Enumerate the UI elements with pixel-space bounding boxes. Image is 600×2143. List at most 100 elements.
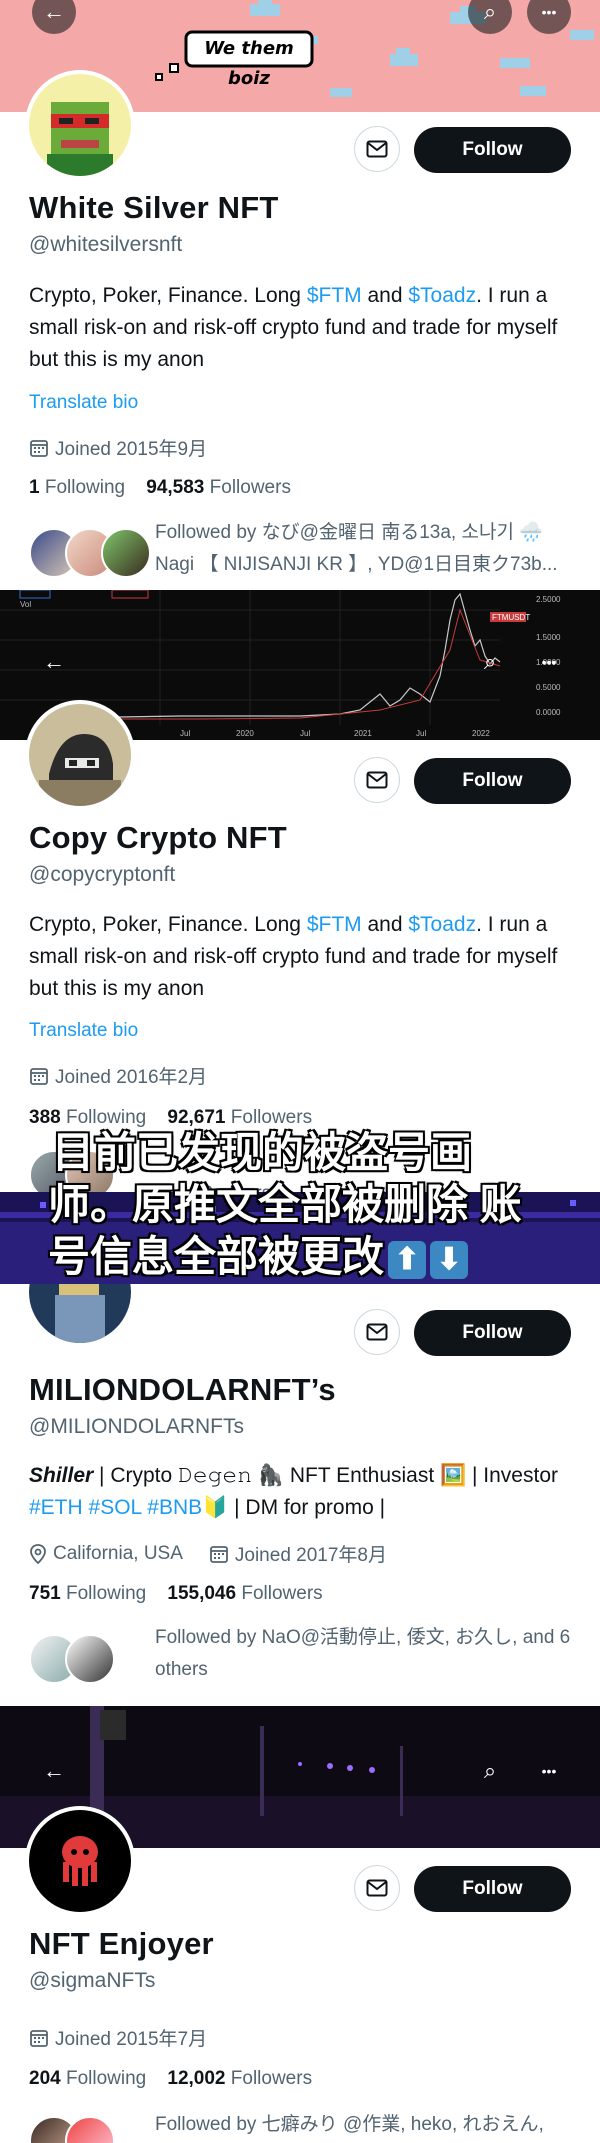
search-button[interactable]: ⌕ [468,640,512,684]
search-icon: ⌕ [483,649,497,674]
avatar[interactable] [25,70,135,180]
avatar-image [29,704,131,806]
calendar-icon [209,1545,228,1563]
display-name: Copy Crypto NFT [29,820,287,855]
x-tick: 2020 [236,729,254,738]
overlay-caption-line-1: 目前已发现的被盗号画 [51,1128,473,1177]
x-tick: 2021 [354,729,372,738]
cashtag-link[interactable]: $Toadz [408,284,476,307]
y-tick: 0.5000 [536,683,561,692]
followers-link[interactable]: 12,002 Followers [167,2068,312,2089]
mail-icon [366,140,388,158]
display-name: MILIONDOLARNFT’s [29,1372,336,1407]
follow-stats: 204 Following 12,002 Followers [29,2068,312,2090]
bio: Shiller | Crypto 𝙳𝚎𝚐𝚎𝚗 🦍 NFT Enthusiast … [29,1464,558,1519]
message-button[interactable] [354,126,400,172]
profile-section-4: ← ⌕ ••• Follow NFT Enjoyer @sigmaNFTs Jo… [0,1706,600,2143]
message-button[interactable] [354,757,400,803]
more-button[interactable]: ••• [527,1749,571,1793]
overlay-caption-line-2: 师。原推文全部被删除 账 [47,1180,523,1229]
follow-stats: 388 Following 92,671 Followers [29,1107,312,1129]
message-button[interactable] [354,1309,400,1355]
arrow-left-icon: ← [43,649,65,674]
calendar-icon [30,1067,48,1085]
following-link[interactable]: 204 Following [29,2068,146,2089]
followers-link[interactable]: 94,583 Followers [146,477,291,498]
banner-speech-text: We them boiz [204,38,294,89]
mini-avatar [65,2116,115,2143]
joined-date: Joined 2015年7月 [29,2024,207,2051]
joined-date: Joined 2015年9月 [29,434,207,461]
followers-you-know-avatars[interactable] [29,1634,115,1684]
search-icon: ⌕ [483,0,497,24]
follow-button[interactable]: Follow [414,1310,571,1356]
calendar-icon [30,439,48,457]
chart-vol-label: Vol [20,600,31,609]
followed-by-text[interactable]: Followed by NaO@活動停止, 倭文, お久し, and 6 oth… [155,1622,575,1686]
follow-button[interactable]: Follow [414,1866,571,1912]
joined-date: Joined 2016年2月 [29,1062,207,1089]
translate-bio-link[interactable]: Translate bio [29,1020,138,1042]
more-icon: ••• [541,1763,557,1779]
profile-section-2: Vol FTMUSDT 2.5000 1.5000 1.0000 0.5000 … [0,590,600,1115]
y-tick: 0.0000 [536,708,561,717]
more-button[interactable]: ••• [527,640,571,684]
followers-you-know-avatars[interactable] [29,528,151,578]
search-icon: ⌕ [483,1758,497,1783]
avatar[interactable] [25,700,135,810]
x-tick: 2022 [472,729,490,738]
pepe-avatar-image [29,74,131,176]
hashtag-links[interactable]: #ETH #SOL #BNB [29,1496,202,1519]
username: @MILIONDOLARNFTs [29,1415,245,1438]
x-tick: Jul [180,729,190,738]
display-name: NFT Enjoyer [29,1926,214,1961]
x-tick: Jul [300,729,310,738]
x-tick: Jul [416,729,426,738]
message-button[interactable] [354,1865,400,1911]
bio: Crypto, Poker, Finance. Long $FTM and $T… [29,284,558,371]
overlay-caption-line-3: 号信息全部被更改 ⬆ ⬇ [47,1232,469,1282]
cashtag-link[interactable]: $FTM [307,284,362,307]
y-tick: 2.5000 [536,595,561,604]
following-link[interactable]: 388 Following [29,1107,146,1128]
followers-link[interactable]: 92,671 Followers [167,1107,312,1128]
mail-icon [366,1879,388,1897]
display-name: White Silver NFT [29,190,279,225]
mail-icon [366,771,388,789]
search-button[interactable]: ⌕ [468,1749,512,1793]
octopus-avatar-image [29,1810,131,1912]
profile-section-1: We them boiz ← ⌕ ••• Follow White Silver… [0,0,600,590]
avatar[interactable] [25,1806,135,1916]
cashtag-link[interactable]: $Toadz [408,913,476,936]
followers-link[interactable]: 155,046 Followers [167,1583,322,1604]
back-button[interactable]: ← [32,1749,76,1793]
translate-bio-link[interactable]: Translate bio [29,392,138,414]
following-link[interactable]: 1 Following [29,477,125,498]
arrow-left-icon: ← [43,0,65,24]
follow-stats: 751 Following 155,046 Followers [29,1583,323,1605]
location-joined: California, USA Joined 2017年8月 [29,1540,387,1567]
follow-button[interactable]: Follow [414,127,571,173]
calendar-icon [30,2029,48,2047]
follow-button[interactable]: Follow [414,758,571,804]
chart-symbol-tag: FTMUSDT [492,613,530,622]
back-button[interactable]: ← [32,640,76,684]
mini-avatar [101,528,151,578]
mini-avatar [65,1634,115,1684]
mail-icon [366,1323,388,1341]
down-arrow-icon: ⬇ [430,1240,469,1279]
following-link[interactable]: 751 Following [29,1583,146,1604]
cashtag-link[interactable]: $FTM [307,913,362,936]
followers-you-know-avatars[interactable] [29,2116,115,2143]
bio: Crypto, Poker, Finance. Long $FTM and $T… [29,913,558,1000]
followed-by-text[interactable]: Followed by 七癖みり @作業, heko, れおえん, [155,2109,575,2141]
location-icon [30,1543,46,1564]
followed-by-text[interactable]: Followed by なび@金曜日 南る13a, 소나기 🌧️ Nagi 【 … [155,517,575,581]
up-arrow-icon: ⬆ [388,1240,427,1279]
username: @sigmaNFTs [29,1969,156,1992]
username: @copycryptonft [29,863,176,886]
arrow-left-icon: ← [43,1758,65,1783]
more-icon: ••• [541,4,557,20]
username: @whitesilversnft [29,233,183,256]
more-icon: ••• [541,654,557,670]
